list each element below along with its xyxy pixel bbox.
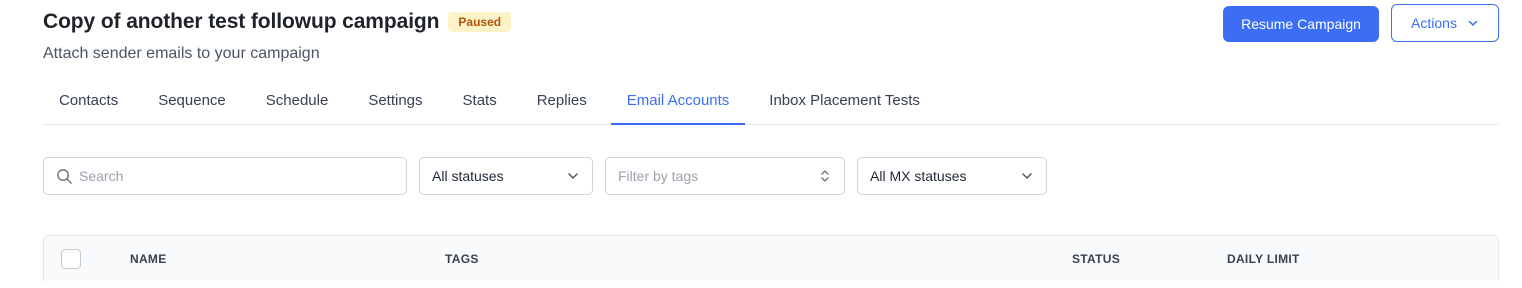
tab-label: Contacts [59, 91, 119, 109]
tab-replies[interactable]: Replies [521, 76, 603, 124]
actions-label: Actions [1411, 15, 1457, 31]
campaign-tabs: Contacts Sequence Schedule Settings Stat… [43, 76, 1499, 125]
actions-button[interactable]: Actions [1391, 4, 1499, 42]
tab-label: Settings [368, 91, 423, 109]
column-header-tags[interactable]: TAGS [445, 252, 479, 266]
search-placeholder: Search [79, 168, 124, 184]
tab-email-accounts[interactable]: Email Accounts [610, 76, 746, 125]
tags-filter-select[interactable]: Filter by tags [605, 157, 845, 195]
tab-label: Replies [536, 91, 587, 109]
search-icon [57, 168, 72, 184]
tab-contacts[interactable]: Contacts [43, 76, 134, 124]
chevron-down-icon [1022, 173, 1032, 179]
select-all-checkbox[interactable] [61, 249, 81, 269]
status-filter-select[interactable]: All statuses [419, 157, 593, 195]
tab-label: Email Accounts [626, 91, 730, 109]
title-row: Copy of another test followup campaign P… [43, 10, 512, 34]
tab-settings[interactable]: Settings [352, 76, 438, 124]
table-header: NAME TAGS STATUS DAILY LIMIT [43, 235, 1499, 281]
status-filter-value: All statuses [432, 168, 504, 184]
tab-label: Sequence [158, 91, 226, 109]
tab-label: Stats [462, 91, 497, 109]
search-input[interactable]: Search [43, 157, 407, 195]
resume-campaign-label: Resume Campaign [1241, 16, 1361, 32]
tab-schedule[interactable]: Schedule [250, 76, 345, 124]
mx-status-filter-value: All MX statuses [870, 168, 967, 184]
status-badge: Paused [448, 12, 512, 32]
tab-label: Inbox Placement Tests [769, 91, 920, 109]
page-title: Copy of another test followup campaign [43, 10, 440, 33]
mx-status-filter-select[interactable]: All MX statuses [857, 157, 1047, 195]
tags-filter-placeholder: Filter by tags [618, 168, 699, 184]
tab-sequence[interactable]: Sequence [142, 76, 242, 124]
resume-campaign-button[interactable]: Resume Campaign [1223, 6, 1379, 42]
column-header-status[interactable]: STATUS [1072, 252, 1120, 266]
page-subtitle: Attach sender emails to your campaign [43, 45, 320, 62]
tab-label: Schedule [265, 91, 329, 109]
chevron-down-icon [1468, 20, 1478, 26]
chevron-up-down-icon [821, 170, 829, 182]
tab-inbox-placement-tests[interactable]: Inbox Placement Tests [753, 76, 936, 124]
tab-stats[interactable]: Stats [447, 76, 513, 124]
column-header-name[interactable]: NAME [130, 252, 167, 266]
column-header-daily-limit[interactable]: DAILY LIMIT [1227, 252, 1300, 266]
chevron-down-icon [568, 173, 578, 179]
